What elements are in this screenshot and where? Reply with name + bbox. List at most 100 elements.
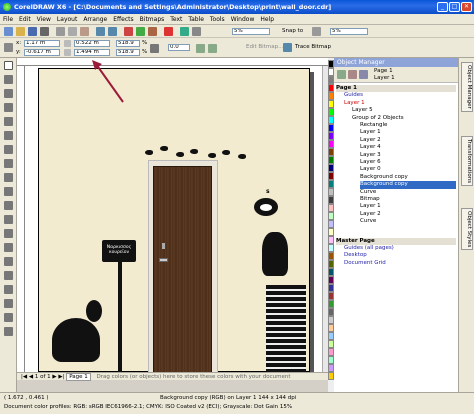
bird-silhouette[interactable] — [160, 146, 168, 151]
new-document-icon[interactable] — [4, 27, 13, 36]
connector-tool-icon[interactable] — [4, 243, 13, 252]
tree-object-row[interactable]: Background copy — [360, 174, 456, 181]
eyedropper-tool-icon[interactable] — [4, 285, 13, 294]
last-page-icon[interactable]: ▶| — [58, 374, 64, 380]
blend-tool-icon[interactable] — [4, 257, 13, 266]
fill-tool-icon[interactable] — [4, 313, 13, 322]
cut-icon[interactable] — [56, 27, 65, 36]
menu-arrange[interactable]: Arrange — [80, 14, 110, 25]
x-position-field[interactable]: 1.17 m — [24, 40, 60, 47]
width-field[interactable]: 0.522 m — [74, 40, 110, 47]
tree-object-row[interactable]: Layer 6 — [360, 159, 456, 166]
welcome-icon[interactable] — [192, 27, 201, 36]
freehand-tool-icon[interactable] — [4, 117, 13, 126]
pdf-icon[interactable] — [164, 27, 173, 36]
tree-page-node[interactable]: Master Page — [336, 237, 456, 245]
edit-bitmap-button[interactable]: Edit Bitmap... — [246, 44, 283, 50]
y-position-field[interactable]: -0.617 m — [24, 49, 60, 56]
pick-tool-icon[interactable] — [4, 61, 13, 70]
tree-object-row[interactable]: Layer 1 — [344, 100, 456, 107]
next-page-icon[interactable]: ▶ — [52, 374, 56, 380]
bird-silhouette[interactable] — [208, 153, 216, 158]
tree-object-row[interactable]: Layer 2 — [360, 137, 456, 144]
vertical-ruler[interactable] — [17, 66, 25, 372]
tree-page-node[interactable]: Page 1 — [336, 85, 456, 93]
tree-object-row[interactable]: Layer 1 — [360, 129, 456, 136]
rotation-angle-field[interactable]: 0.0 — [168, 44, 190, 51]
menu-layout[interactable]: Layout — [54, 14, 80, 25]
menu-view[interactable]: View — [34, 14, 54, 25]
undo-icon[interactable] — [96, 27, 105, 36]
polygon-tool-icon[interactable] — [4, 173, 13, 182]
mirror-horizontal-icon[interactable] — [196, 44, 205, 53]
tab-object-styles[interactable]: Object Styles — [461, 208, 473, 251]
tree-object-row[interactable]: Rectangle — [360, 122, 456, 129]
menu-window[interactable]: Window — [228, 14, 258, 25]
maximize-button[interactable]: □ — [449, 2, 460, 12]
redo-icon[interactable] — [108, 27, 117, 36]
export-icon[interactable] — [148, 27, 157, 36]
bird-silhouette[interactable] — [190, 149, 198, 154]
tab-object-manager[interactable]: Object Manager — [461, 62, 473, 112]
bird-silhouette[interactable] — [145, 150, 153, 155]
horizontal-ruler[interactable] — [17, 58, 328, 66]
menu-text[interactable]: Text — [167, 14, 185, 25]
edit-across-layers-icon[interactable] — [348, 70, 357, 79]
tree-object-row[interactable]: Bitmap — [360, 196, 456, 203]
layer-manager-view-icon[interactable] — [359, 70, 368, 79]
menu-tools[interactable]: Tools — [207, 14, 228, 25]
cat-silhouette[interactable] — [262, 232, 288, 276]
tree-object-row[interactable]: Guides (all pages) — [344, 245, 456, 252]
tab-transformations[interactable]: Transformations — [461, 136, 473, 187]
ellipse-tool-icon[interactable] — [4, 159, 13, 168]
tree-object-row[interactable]: Layer 3 — [360, 152, 456, 159]
bird-silhouette[interactable] — [238, 154, 246, 159]
basic-shapes-tool-icon[interactable] — [4, 187, 13, 196]
tree-object-row[interactable]: Guides — [344, 92, 456, 99]
menu-bitmaps[interactable]: Bitmaps — [137, 14, 168, 25]
outline-tool-icon[interactable] — [4, 299, 13, 308]
color-profiles[interactable]: Document color profiles: RGB: sRGB IEC61… — [4, 404, 292, 410]
show-properties-icon[interactable] — [337, 70, 346, 79]
menu-help[interactable]: Help — [257, 14, 277, 25]
menu-file[interactable]: File — [0, 14, 16, 25]
coreldraw-app-icon[interactable] — [3, 3, 11, 11]
open-icon[interactable] — [16, 27, 25, 36]
prev-page-icon[interactable]: ◀ — [29, 374, 33, 380]
menu-effects[interactable]: Effects — [110, 14, 136, 25]
print-icon[interactable] — [40, 27, 49, 36]
dog-head-silhouette[interactable] — [86, 300, 102, 322]
scale-width-field[interactable]: 518.9 — [116, 40, 140, 47]
lock-ratio-icon[interactable] — [150, 44, 159, 53]
bird-silhouette[interactable] — [222, 150, 230, 155]
wooden-door-image[interactable] — [153, 166, 212, 374]
interactive-fill-tool-icon[interactable] — [4, 327, 13, 336]
search-content-icon[interactable] — [124, 27, 133, 36]
tree-object-row[interactable]: Curve — [360, 218, 456, 225]
page-tab[interactable]: Page 1 — [66, 373, 91, 381]
dimension-tool-icon[interactable] — [4, 229, 13, 238]
tree-object-row[interactable]: Layer 0 — [360, 166, 456, 173]
transparency-tool-icon[interactable] — [4, 271, 13, 280]
tree-object-row[interactable]: Layer 2 — [360, 211, 456, 218]
zoom-tool-icon[interactable] — [4, 103, 13, 112]
text-tool-icon[interactable] — [4, 201, 13, 210]
copy-icon[interactable] — [68, 27, 77, 36]
close-button[interactable]: ✕ — [461, 2, 472, 12]
height-field[interactable]: 1.494 m — [74, 49, 110, 56]
minimize-button[interactable]: _ — [437, 2, 448, 12]
tree-object-row[interactable]: Desktop — [344, 252, 456, 259]
menu-edit[interactable]: Edit — [16, 14, 34, 25]
tree-object-row[interactable]: Group of 2 Objects — [352, 115, 456, 122]
dog-silhouette[interactable] — [52, 318, 100, 362]
trace-bitmap-button[interactable]: Trace Bitmap — [295, 44, 331, 50]
mirror-vertical-icon[interactable] — [208, 44, 217, 53]
book-stack-silhouette[interactable] — [266, 285, 306, 373]
tree-object-row[interactable]: Layer 1 — [360, 203, 456, 210]
options-icon[interactable] — [312, 27, 321, 36]
smart-fill-tool-icon[interactable] — [4, 131, 13, 140]
tree-object-row[interactable]: Background copy — [360, 181, 456, 189]
tree-object-row[interactable]: Layer 4 — [360, 144, 456, 151]
crop-tool-icon[interactable] — [4, 89, 13, 98]
import-icon[interactable] — [136, 27, 145, 36]
